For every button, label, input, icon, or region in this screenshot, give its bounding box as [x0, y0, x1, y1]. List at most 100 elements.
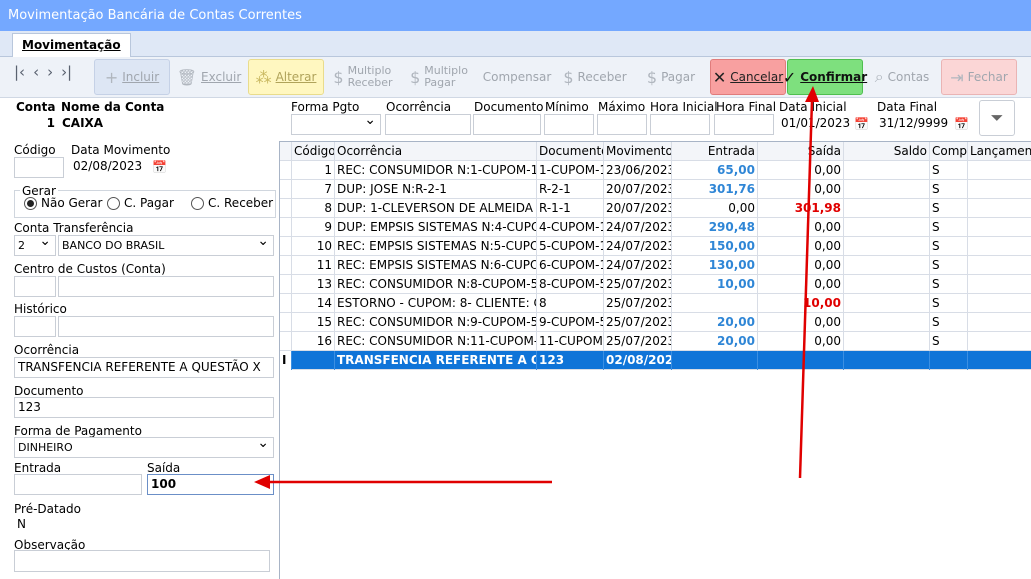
table-cell: 9-CUPOM-5-1 — [537, 313, 604, 332]
filter-icon[interactable]: ⏷ — [979, 100, 1015, 136]
movements-grid[interactable]: Código Ocorrência Documento Movimento Entrad… — [279, 141, 1031, 579]
table-row[interactable]: 13REC: CONSUMIDOR N:8-CUPOM-5-18-CUPOM-5… — [280, 275, 1031, 294]
saida-label: Saída — [147, 461, 181, 475]
table-cell: 02/08/2023 — [604, 351, 672, 370]
hora-inicial-input[interactable] — [650, 114, 710, 135]
observacao-input[interactable] — [14, 550, 270, 572]
calendar-icon[interactable]: 📅 — [854, 115, 869, 134]
new-row[interactable]: I TRANSFENCIA REFERENTE A QUESTÃO X12302/… — [280, 351, 1031, 370]
table-cell: 4-CUPOM-1-1 — [537, 218, 604, 237]
table-cell: 9 — [292, 218, 335, 237]
table-cell: ESTORNO - CUPOM: 8- CLIENTE: CC — [335, 294, 537, 313]
table-cell: R-1-1 — [537, 199, 604, 218]
trash-icon: 🗑 — [176, 67, 198, 87]
tab-movimentacao[interactable]: Movimentação — [12, 33, 131, 58]
row-indicator — [280, 237, 292, 256]
centro-custos-code[interactable] — [14, 276, 56, 297]
conta-transferencia-select[interactable]: BANCO DO BRASIL — [58, 235, 274, 256]
table-row[interactable]: 8 DUP: 1-CLEVERSON DE ALMEIDA MA R-1-1 20/0… — [280, 199, 1031, 218]
table-row[interactable]: 9DUP: EMPSIS SISTEMAS N:4-CUPOM4-CUPOM-1… — [280, 218, 1031, 237]
table-cell: 24/07/2023 — [604, 237, 672, 256]
compensar-button[interactable]: Compensar — [479, 59, 555, 95]
ocorrencia-input[interactable]: TRANSFENCIA REFERENTE A QUESTÃO X — [14, 357, 274, 378]
last-record-icon[interactable]: ›| — [61, 63, 72, 81]
hora-final-input[interactable] — [714, 114, 774, 135]
table-cell: S — [930, 256, 968, 275]
contas-button[interactable]: ⌕ Contas — [865, 59, 939, 95]
indicator-header — [280, 142, 292, 161]
prev-record-icon[interactable]: ‹ — [33, 63, 39, 81]
table-cell — [844, 294, 930, 313]
table-cell: REC: CONSUMIDOR N:11-CUPOM-5-1 — [335, 332, 537, 351]
table-cell: REC: CONSUMIDOR N:8-CUPOM-5-1 — [335, 275, 537, 294]
excluir-button[interactable]: 🗑 Excluir — [172, 59, 246, 95]
historico-code[interactable] — [14, 316, 56, 337]
table-cell: 7 — [292, 180, 335, 199]
table-cell: 24/07/2023 — [604, 256, 672, 275]
entrada-input[interactable] — [14, 474, 142, 495]
row-indicator — [280, 275, 292, 294]
receber-button[interactable]: $ Receber — [558, 59, 632, 95]
column-header: Movimento — [604, 142, 672, 161]
data-movimento-input[interactable]: 02/08/2023 📅 — [70, 157, 170, 178]
grid-header[interactable]: Código Ocorrência Documento Movimento Entrad… — [280, 142, 1031, 161]
table-row[interactable]: 10 REC: EMPSIS SISTEMAS N:5-CUPOM 5-CUPOM-… — [280, 237, 1031, 256]
table-cell — [844, 313, 930, 332]
table-cell: REC: CONSUMIDOR N:1-CUPOM-1-1 — [335, 161, 537, 180]
multiplo-pagar-button[interactable]: $ Multiplo Pagar — [402, 59, 476, 95]
minimo-input[interactable] — [544, 114, 594, 135]
table-row[interactable]: 16 REC: CONSUMIDOR N:11-CUPOM-5-1 11-CUPOM… — [280, 332, 1031, 351]
table-row[interactable]: 15REC: CONSUMIDOR N:9-CUPOM-5-19-CUPOM-5… — [280, 313, 1031, 332]
documento-label: Documento — [14, 384, 84, 398]
radio-c-receber[interactable]: C. Receber — [191, 196, 273, 210]
data-inicial-input[interactable]: 01/01/2023 📅 — [778, 114, 872, 135]
table-cell: 14 — [292, 294, 335, 313]
data-final-label: Data Final — [877, 100, 938, 114]
cancelar-button[interactable]: ✕ Cancelar — [710, 59, 786, 95]
table-cell: 25/07/2023 — [604, 313, 672, 332]
table-row[interactable]: 14 ESTORNO - CUPOM: 8- CLIENTE: CC 8 25/07/… — [280, 294, 1031, 313]
maximo-input[interactable] — [597, 114, 647, 135]
alterar-button[interactable]: ⁂ Alterar — [248, 59, 324, 95]
radio-c-pagar[interactable]: C. Pagar — [107, 196, 174, 210]
radio-nao-gerar[interactable]: Não Gerar — [24, 196, 102, 210]
table-cell — [672, 294, 758, 313]
centro-custos-input[interactable] — [58, 276, 274, 297]
nome-conta-field[interactable]: CAIXA — [59, 114, 285, 135]
pagar-button[interactable]: $ Pagar — [634, 59, 708, 95]
table-row[interactable]: 11 REC: EMPSIS SISTEMAS N:6-CUPOM 6-CUPOM-… — [280, 256, 1031, 275]
conta-transferencia-num[interactable]: 2 — [14, 235, 56, 256]
table-cell — [844, 332, 930, 351]
forma-pgto-select[interactable] — [291, 114, 381, 135]
codigo-input[interactable] — [14, 157, 64, 178]
table-cell: REC: EMPSIS SISTEMAS N:6-CUPOM — [335, 256, 537, 275]
next-record-icon[interactable]: › — [47, 63, 53, 81]
calendar-icon[interactable]: 📅 — [954, 115, 969, 134]
saida-input[interactable]: 100 — [147, 474, 274, 495]
data-final-input[interactable]: 31/12/9999 📅 — [876, 114, 972, 135]
table-cell: 0,00 — [672, 199, 758, 218]
table-row[interactable]: 1REC: CONSUMIDOR N:1-CUPOM-1-11-CUPOM-1-… — [280, 161, 1031, 180]
table-row[interactable]: 7 DUP: JOSE N:R-2-1 R-2-1 20/07/2023 301,76 0… — [280, 180, 1031, 199]
incluir-button[interactable]: + Incluir — [94, 59, 170, 95]
table-cell: S — [930, 275, 968, 294]
multiplo-receber-button[interactable]: $ Multiplo Receber — [326, 59, 400, 95]
table-cell — [292, 351, 335, 370]
table-cell — [968, 161, 1031, 180]
table-cell: 0,00 — [758, 332, 844, 351]
historico-label: Histórico — [14, 302, 67, 316]
row-indicator — [280, 294, 292, 313]
confirmar-button[interactable]: ✓ Confirmar — [783, 59, 867, 95]
calendar-icon[interactable]: 📅 — [152, 158, 167, 177]
table-cell: 0,00 — [758, 237, 844, 256]
pre-datado-input[interactable]: N — [14, 515, 44, 536]
fechar-button[interactable]: ⇥ Fechar — [941, 59, 1017, 95]
documento-filter-input[interactable] — [473, 114, 541, 135]
conta-field[interactable]: 1 — [14, 114, 58, 135]
documento-input[interactable]: 123 — [14, 397, 274, 418]
first-record-icon[interactable]: |‹ — [14, 63, 25, 81]
ocorrencia-filter-input[interactable] — [385, 114, 471, 135]
historico-input[interactable] — [58, 316, 274, 337]
forma-pagamento-select[interactable]: DINHEIRO — [14, 437, 274, 458]
table-cell — [968, 256, 1031, 275]
